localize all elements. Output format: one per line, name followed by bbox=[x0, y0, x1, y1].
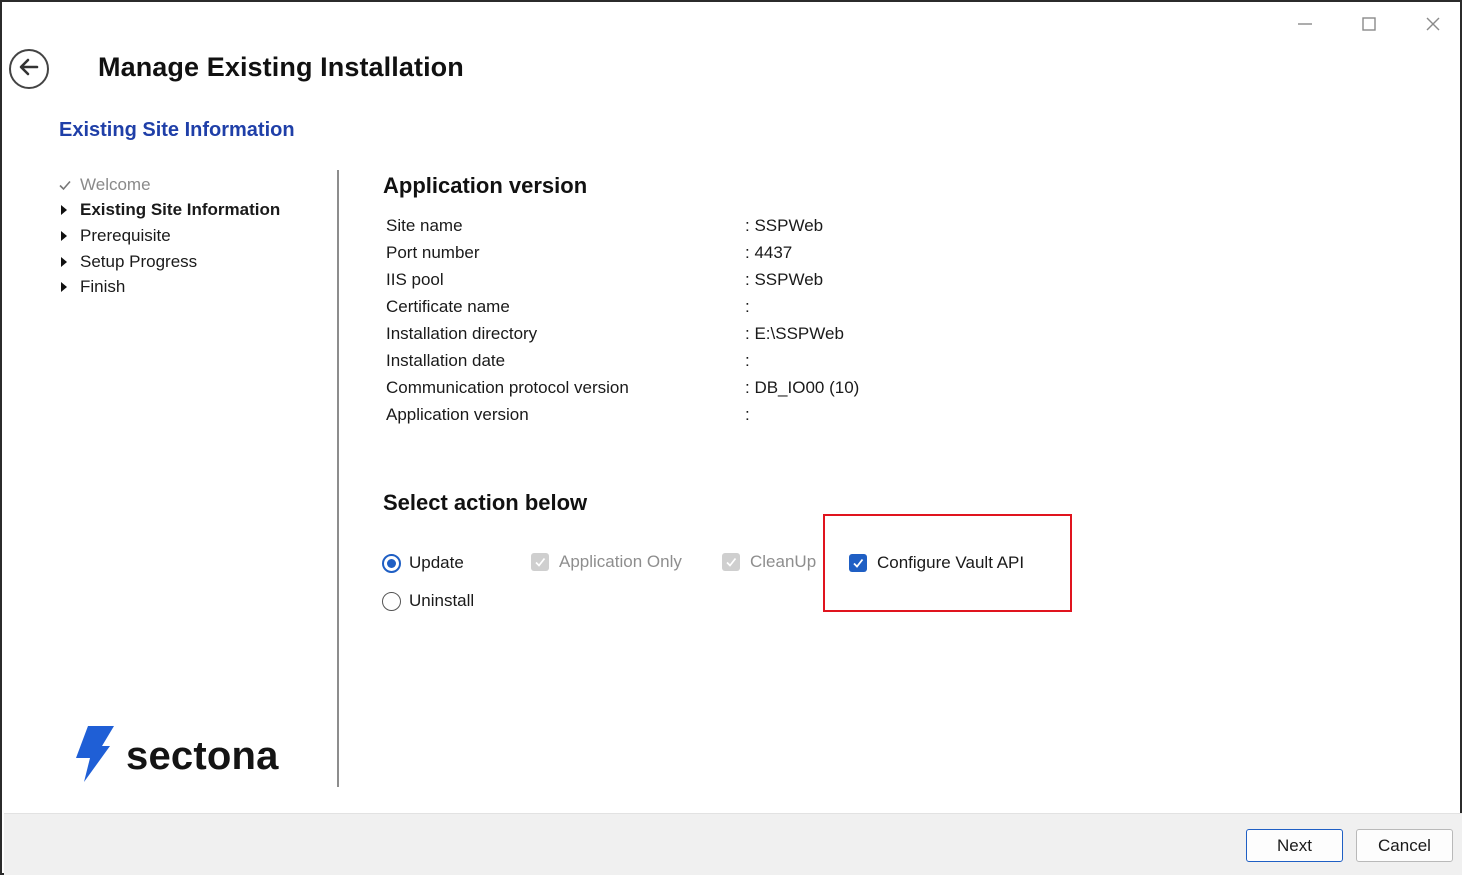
radio-selected-indicator bbox=[382, 553, 401, 573]
wizard-steps: Welcome Existing Site Information Prereq… bbox=[59, 172, 329, 300]
info-row-port-number: Port number : 4437 bbox=[386, 239, 859, 266]
checkmark-icon bbox=[59, 179, 80, 191]
update-radio-label: Update bbox=[409, 553, 464, 572]
info-row-certificate-name: Certificate name : bbox=[386, 293, 859, 320]
triangle-right-icon bbox=[59, 204, 80, 216]
checkbox-check-icon bbox=[722, 553, 740, 571]
info-value: : SSPWeb bbox=[745, 215, 824, 235]
info-label: IIS pool bbox=[386, 269, 444, 289]
update-radio[interactable]: Update bbox=[382, 553, 464, 573]
step-label: Prerequisite bbox=[80, 225, 171, 245]
triangle-right-icon bbox=[59, 256, 80, 268]
info-value: : DB_IO00 (10) bbox=[745, 377, 860, 397]
triangle-right-icon bbox=[59, 230, 80, 242]
info-label: Installation directory bbox=[386, 323, 538, 343]
installer-window: Manage Existing Installation Existing Si… bbox=[0, 0, 1462, 875]
info-row-application-version: Application version : bbox=[386, 401, 859, 428]
step-existing-site-information: Existing Site Information bbox=[59, 198, 329, 224]
triangle-right-icon bbox=[59, 281, 80, 293]
radio-indicator bbox=[382, 591, 401, 611]
cleanup-label: CleanUp bbox=[750, 552, 817, 571]
info-value: : 4437 bbox=[745, 242, 793, 262]
step-label: Finish bbox=[80, 277, 126, 297]
info-label: Communication protocol version bbox=[386, 377, 629, 397]
step-label: Welcome bbox=[80, 174, 151, 194]
footer-bar bbox=[4, 813, 1462, 875]
next-button[interactable]: Next bbox=[1246, 829, 1343, 862]
info-row-installation-date: Installation date : bbox=[386, 347, 859, 374]
minimize-icon[interactable] bbox=[1288, 10, 1322, 38]
info-row-installation-directory: Installation directory : E:\SSPWeb bbox=[386, 320, 859, 347]
application-version-heading: Application version bbox=[383, 173, 588, 198]
highlight-box bbox=[823, 514, 1072, 612]
logo-text: sectona bbox=[126, 734, 279, 778]
info-value: : bbox=[745, 350, 750, 370]
info-label: Site name bbox=[386, 215, 463, 235]
application-only-checkbox: Application Only bbox=[531, 552, 682, 572]
step-welcome: Welcome bbox=[59, 172, 329, 198]
site-info-table: Site name : SSPWeb Port number : 4437 II… bbox=[386, 212, 859, 428]
info-label: Installation date bbox=[386, 350, 506, 370]
info-row-iis-pool: IIS pool : SSPWeb bbox=[386, 266, 859, 293]
info-value: : E:\SSPWeb bbox=[745, 323, 844, 343]
info-row-communication-protocol-version: Communication protocol version : DB_IO00… bbox=[386, 374, 859, 401]
back-button[interactable] bbox=[9, 49, 49, 89]
step-label: Existing Site Information bbox=[80, 200, 281, 220]
close-icon[interactable] bbox=[1416, 10, 1450, 38]
info-label: Port number bbox=[386, 242, 480, 262]
info-value: : bbox=[745, 404, 750, 424]
info-value: : SSPWeb bbox=[745, 269, 824, 289]
application-only-label: Application Only bbox=[559, 552, 682, 571]
step-prerequisite: Prerequisite bbox=[59, 223, 329, 249]
step-label: Setup Progress bbox=[80, 251, 198, 271]
cancel-button[interactable]: Cancel bbox=[1356, 829, 1453, 862]
info-label: Certificate name bbox=[386, 296, 510, 316]
step-finish: Finish bbox=[59, 274, 329, 300]
uninstall-radio-label: Uninstall bbox=[409, 591, 475, 610]
cleanup-checkbox: CleanUp bbox=[722, 552, 816, 572]
info-label: Application version bbox=[386, 404, 529, 424]
lightning-bolt-icon bbox=[72, 724, 116, 789]
back-arrow-icon bbox=[17, 55, 41, 84]
select-action-heading: Select action below bbox=[383, 490, 588, 515]
sectona-logo: sectona bbox=[72, 724, 279, 789]
step-setup-progress: Setup Progress bbox=[59, 249, 329, 275]
info-row-site-name: Site name : SSPWeb bbox=[386, 212, 859, 239]
sidebar-divider bbox=[337, 170, 339, 787]
info-value: : bbox=[745, 296, 750, 316]
current-step-title: Existing Site Information bbox=[59, 119, 295, 141]
maximize-icon[interactable] bbox=[1352, 10, 1386, 38]
checkbox-check-icon bbox=[531, 553, 549, 571]
page-title: Manage Existing Installation bbox=[98, 52, 464, 82]
uninstall-radio[interactable]: Uninstall bbox=[382, 591, 474, 611]
